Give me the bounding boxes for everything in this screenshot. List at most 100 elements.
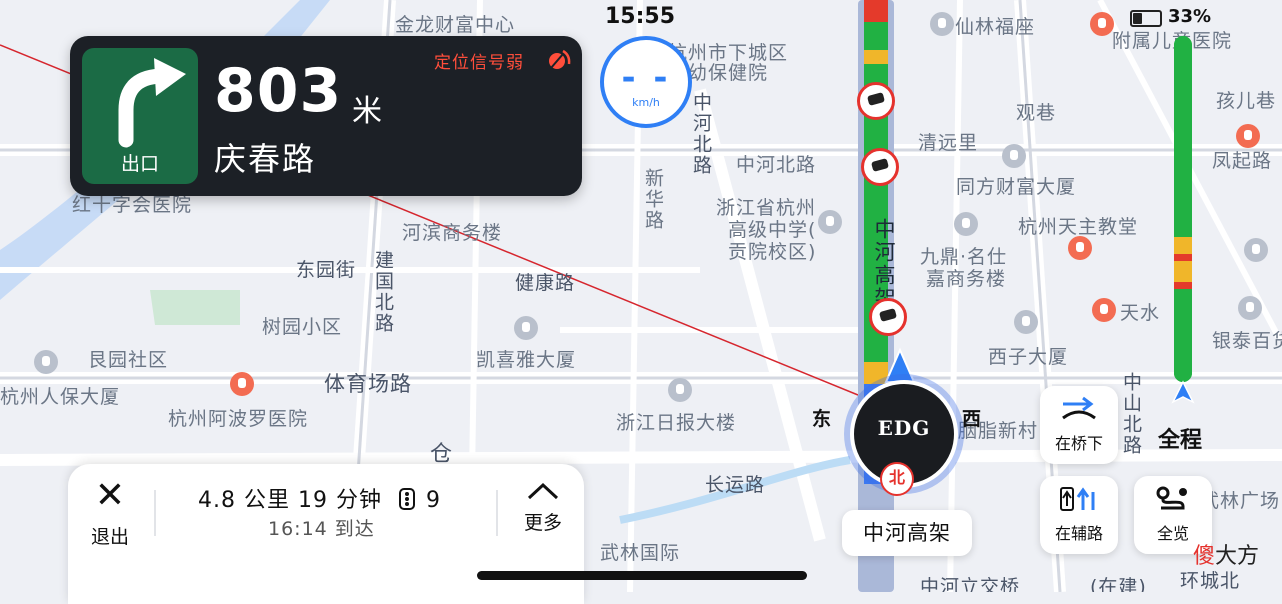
- map-label: 中山北路: [1120, 372, 1142, 456]
- map-label: 附属儿童医院: [1112, 30, 1233, 52]
- map-label: 清远里: [918, 132, 979, 154]
- progress-position-icon: [1171, 380, 1195, 404]
- progress-segment: [1174, 260, 1192, 282]
- bottom-nav-panel: ✕ 退出 4.8 公里 19 分钟 9 16:14 到达 更多: [68, 464, 584, 604]
- map-label: 银泰百货: [1212, 330, 1282, 352]
- poi-icon[interactable]: [34, 350, 58, 374]
- traffic-camera-icon[interactable]: [869, 298, 907, 336]
- map-road-label: 中河高架: [872, 218, 896, 310]
- aux-road-button-label: 在辅路: [1054, 524, 1103, 543]
- map-label: 孩儿巷: [1216, 90, 1277, 112]
- on-bridge-below-button[interactable]: 在桥下: [1040, 386, 1118, 464]
- turn-distance: 803: [214, 56, 343, 126]
- map-label: 中河立交桥: [920, 576, 1021, 592]
- map-label: 长运路: [705, 474, 766, 496]
- full-route-button[interactable]: 全程: [1158, 422, 1202, 454]
- current-road-label: 中河高架: [842, 510, 972, 556]
- traffic-light-icon: [398, 488, 415, 510]
- speed-unit: km/h: [632, 96, 660, 109]
- poi-icon[interactable]: [818, 210, 842, 234]
- map-label: 观巷: [1016, 102, 1057, 124]
- poi-icon[interactable]: [1236, 124, 1260, 148]
- map-label: 西子大厦: [988, 346, 1069, 368]
- church-icon[interactable]: [1068, 236, 1092, 260]
- exit-label: 退出: [90, 526, 129, 548]
- map-label: 杭州阿波罗医院: [168, 408, 309, 430]
- progress-segment: [1174, 236, 1192, 254]
- poi-icon[interactable]: [514, 316, 538, 340]
- traffic-light-count: 9: [425, 488, 441, 513]
- map-label: 体育场路: [324, 372, 412, 396]
- distance-unit: 米: [352, 94, 382, 129]
- speed-value: - -: [621, 58, 671, 98]
- compass-west: 西: [962, 408, 982, 430]
- poi-icon[interactable]: [1002, 144, 1026, 168]
- traffic-camera-icon[interactable]: [857, 82, 895, 120]
- map-label: 艮园社区: [88, 349, 169, 371]
- status-time: 15:55: [605, 4, 676, 29]
- battery-percent: 33%: [1168, 6, 1212, 27]
- turn-guidance-card[interactable]: 出口 803 米 庆春路 定位信号弱: [70, 36, 582, 196]
- home-indicator[interactable]: [477, 571, 807, 580]
- battery-icon: [1130, 10, 1162, 27]
- map-label: 浙江日报大楼: [616, 412, 737, 434]
- poi-icon[interactable]: [668, 378, 692, 402]
- map-label: 贡院校区): [728, 241, 817, 263]
- progress-segment: [1174, 253, 1192, 261]
- map-label: 同方财富大厦: [956, 176, 1077, 198]
- map-label: 武林广场: [1200, 490, 1281, 512]
- map-label: 杭州天主教堂: [1018, 216, 1139, 238]
- compass-east: 东: [812, 408, 832, 430]
- watermark: 傻大方: [1193, 544, 1260, 569]
- map-label: 嘉商务楼: [926, 268, 1007, 290]
- map-label: 金龙财富中心: [395, 14, 516, 36]
- map-label: 建国北路: [372, 250, 394, 334]
- map-label: 天水: [1120, 302, 1161, 324]
- bridge-button-label: 在桥下: [1054, 434, 1103, 453]
- poi-icon[interactable]: [1244, 238, 1268, 262]
- poi-icon[interactable]: [1014, 310, 1038, 334]
- chevron-up-icon: [527, 482, 559, 500]
- progress-segment: [1174, 281, 1192, 289]
- route-overview-icon: [1156, 486, 1187, 510]
- divider: [154, 490, 156, 536]
- map-label: 凯喜雅大厦: [476, 349, 577, 371]
- progress-segment: [1174, 288, 1192, 382]
- next-road-name: 庆春路: [214, 140, 317, 178]
- compass-north: 北: [880, 462, 914, 496]
- poi-icon[interactable]: [1238, 296, 1262, 320]
- divider: [496, 490, 498, 536]
- map-label: 杭州人保大厦: [0, 386, 121, 408]
- map-label: 新华路: [642, 168, 664, 231]
- gps-weak-warning: 定位信号弱: [434, 53, 524, 73]
- map-label: 中河北路: [736, 154, 817, 176]
- map-label: 仙林福座: [955, 16, 1036, 38]
- poi-icon[interactable]: [930, 12, 954, 36]
- map-label: 中河北路: [690, 92, 712, 176]
- hospital-icon[interactable]: [1090, 12, 1114, 36]
- poi-icon[interactable]: [1092, 298, 1116, 322]
- map-label: 武林国际: [600, 542, 681, 564]
- traffic-camera-icon[interactable]: [861, 148, 899, 186]
- more-button[interactable]: 更多: [508, 480, 578, 570]
- map-label: 凤起路: [1212, 150, 1273, 172]
- route-progress-bar: [1174, 36, 1192, 382]
- car-logo: EDG: [877, 416, 931, 440]
- turn-indicator: 出口: [82, 48, 198, 184]
- exit-label: 出口: [120, 153, 159, 175]
- on-aux-road-button[interactable]: 在辅路: [1040, 476, 1118, 554]
- exit-navigation-button[interactable]: ✕ 退出: [68, 476, 152, 566]
- distance-time-summary: 4.8 公里 19 分钟: [198, 488, 382, 513]
- weak-signal-icon: [549, 49, 571, 69]
- more-label: 更多: [523, 512, 562, 534]
- hospital-icon[interactable]: [230, 372, 254, 396]
- map-label: (在建): [1090, 576, 1147, 592]
- poi-icon[interactable]: [954, 212, 978, 236]
- progress-segment: [1174, 36, 1192, 237]
- bridge-switch-icon: [1062, 396, 1096, 420]
- close-icon: ✕: [94, 475, 126, 516]
- arrival-time: 16:14 到达: [268, 518, 375, 540]
- map-label: 健康路: [515, 272, 576, 294]
- right-turn-arrow-icon: [118, 58, 186, 148]
- speedometer: - - km/h: [600, 36, 692, 128]
